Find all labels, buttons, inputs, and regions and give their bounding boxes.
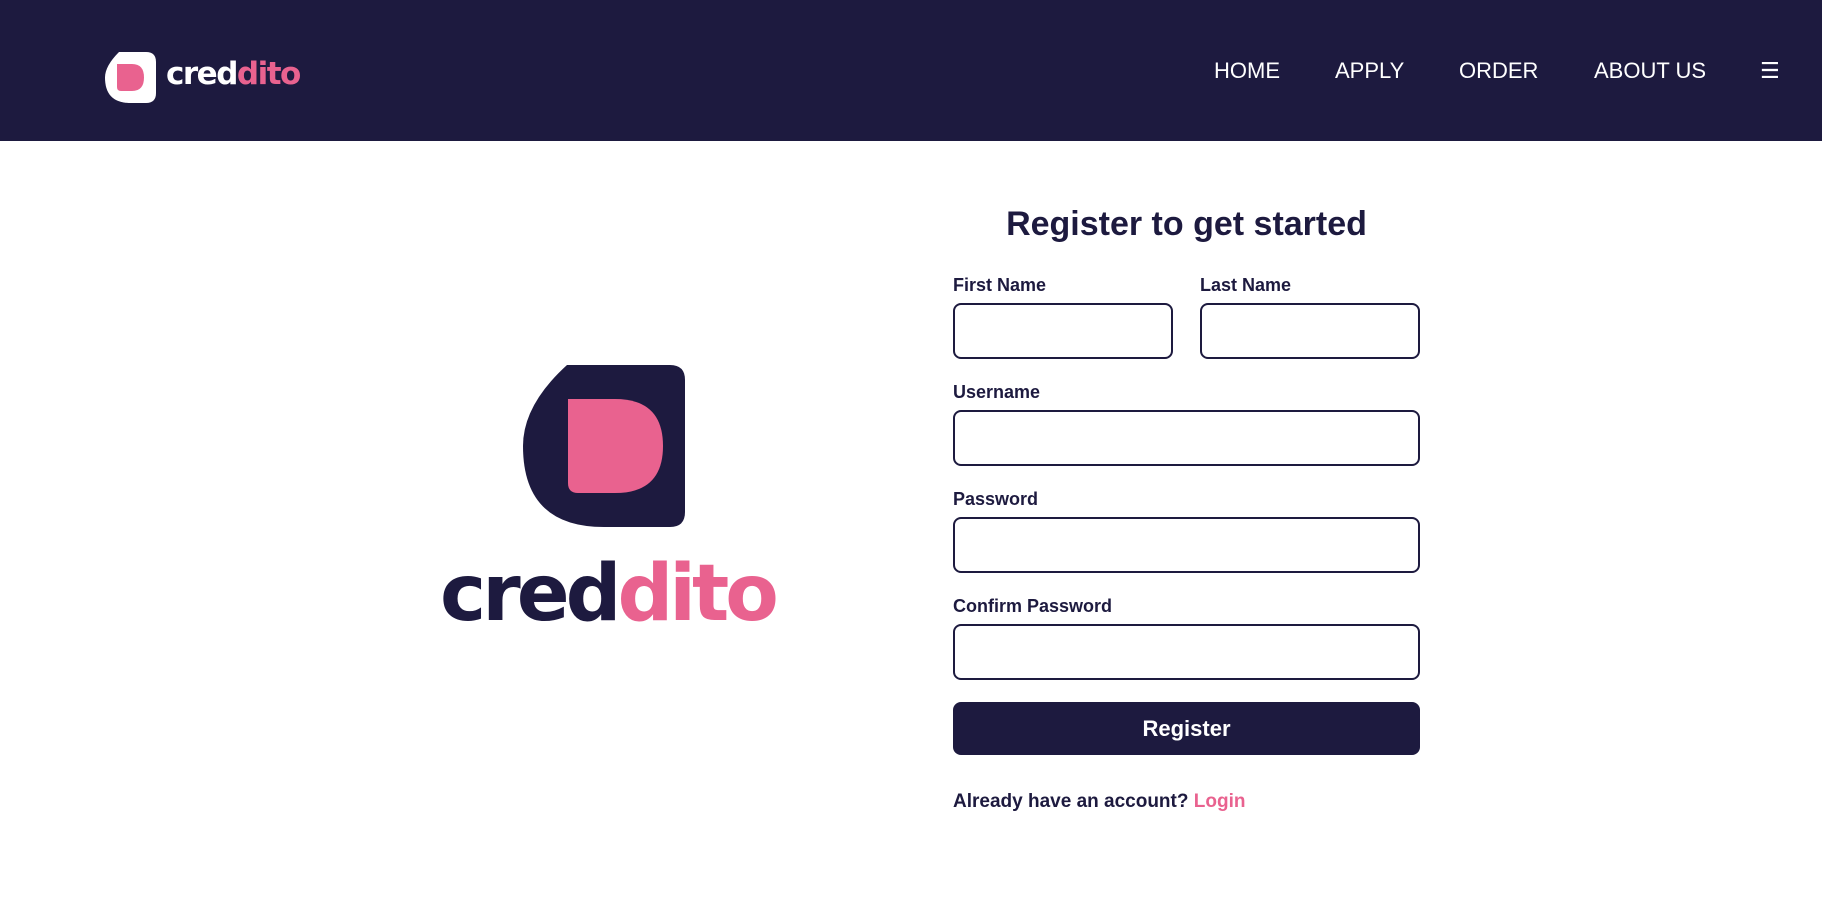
- nav-order-link[interactable]: ORDER: [1459, 56, 1538, 86]
- hero-wordmark-cred: cred: [440, 549, 621, 639]
- first-name-input[interactable]: [953, 303, 1173, 359]
- hero-wordmark: creddito: [440, 555, 779, 633]
- nav-apply-link[interactable]: APPLY: [1335, 56, 1404, 86]
- nav-home-link[interactable]: HOME: [1214, 56, 1280, 86]
- hero-wordmark-dito: dito: [617, 549, 778, 639]
- login-prompt-text: Already have an account?: [953, 791, 1189, 812]
- first-name-label: First Name: [953, 275, 1047, 295]
- password-input[interactable]: [953, 517, 1420, 573]
- hamburger-menu-icon[interactable]: ☰: [1760, 58, 1780, 86]
- password-label: Password: [953, 489, 1039, 509]
- login-link[interactable]: Login: [1194, 791, 1246, 812]
- last-name-label: Last Name: [1200, 275, 1292, 295]
- username-input[interactable]: [953, 410, 1420, 466]
- nav-links: HOME APPLY ORDER ABOUT US: [0, 56, 1822, 86]
- top-navbar: creddito HOME APPLY ORDER ABOUT US ☰: [0, 0, 1822, 141]
- nav-about-us-link[interactable]: ABOUT US: [1594, 56, 1706, 86]
- username-label: Username: [953, 382, 1041, 402]
- last-name-input[interactable]: [1200, 303, 1420, 359]
- brand-hero: creddito: [440, 365, 779, 635]
- login-prompt: Already have an account? Login: [953, 790, 1245, 814]
- register-button[interactable]: Register: [953, 702, 1420, 755]
- form-title: Register to get started: [1006, 205, 1367, 243]
- confirm-password-label: Confirm Password: [953, 596, 1113, 616]
- confirm-password-input[interactable]: [953, 624, 1420, 680]
- creddito-hero-logo-icon: [523, 365, 685, 527]
